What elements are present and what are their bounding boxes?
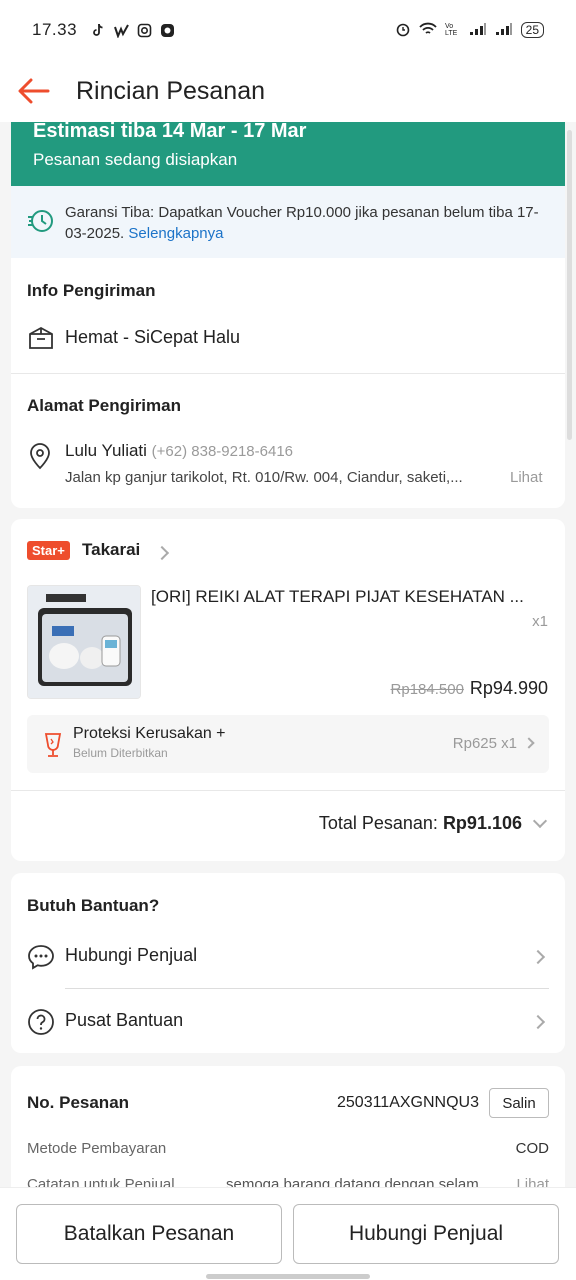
- chevron-right-icon: [523, 737, 535, 749]
- glass-icon: [43, 732, 63, 763]
- product-qty: x1: [532, 613, 548, 630]
- scrollbar[interactable]: [567, 130, 572, 440]
- svg-text:LTE: LTE: [445, 30, 458, 36]
- order-total[interactable]: Total Pesanan: Rp91.106: [319, 813, 522, 834]
- signal-icon-1: [469, 22, 487, 39]
- arrow-left-icon: [18, 78, 50, 104]
- system-icons: Vo LTE 25: [395, 21, 544, 40]
- seller-note-value: semoga barang datang dengan selam...: [226, 1176, 492, 1187]
- volte-icon: Vo LTE: [445, 22, 461, 39]
- divider: [11, 373, 565, 374]
- discount-price: Rp94.990: [469, 678, 548, 698]
- chevron-right-icon: [530, 949, 546, 965]
- protection-subtitle: Belum Diterbitkan: [73, 746, 168, 760]
- seller-note-more[interactable]: Lihat: [516, 1176, 549, 1187]
- protection-title: Proteksi Kerusakan +: [73, 725, 226, 742]
- divider: [11, 790, 565, 791]
- help-title: Butuh Bantuan?: [27, 896, 160, 915]
- order-total-label: Total Pesanan:: [318, 813, 438, 833]
- order-number: 250311AXGNNQU3: [337, 1094, 479, 1111]
- alarm-icon: [395, 21, 411, 40]
- status-time: 17.33: [32, 20, 78, 39]
- seller-note-label: Catatan untuk Penjual: [27, 1176, 175, 1187]
- original-price: Rp184.500: [390, 681, 464, 698]
- shipping-info-title: Info Pengiriman: [27, 281, 156, 300]
- order-total-value: Rp91.106: [442, 813, 522, 833]
- back-button[interactable]: [16, 73, 52, 109]
- battery-icon: 25: [520, 22, 544, 38]
- help-card: Butuh Bantuan? Hubungi Penjual Pusat Ban…: [11, 873, 565, 1053]
- order-number-label: No. Pesanan: [27, 1093, 130, 1112]
- protection-price: Rp625 x1: [452, 735, 517, 752]
- box-icon: [27, 326, 55, 357]
- order-info-card: No. Pesanan 250311AXGNNQU3 Salin Metode …: [11, 1066, 565, 1187]
- status-bar: 17.33 Vo LTE 25: [0, 0, 576, 60]
- eta-title: Estimasi tiba 14 Mar - 17 Mar: [33, 122, 307, 142]
- signal-icon-2: [495, 22, 513, 39]
- chevron-down-icon[interactable]: [532, 813, 548, 829]
- guarantee-text: Garansi Tiba: Dapatkan Voucher Rp10.000 …: [65, 202, 545, 244]
- divider: [65, 988, 549, 989]
- shop-card: Star+ Takarai [ORI] REIKI ALAT TERAPI PI…: [11, 519, 565, 861]
- recipient-line: Lulu Yuliati (+62) 838-9218-6416: [65, 441, 293, 461]
- home-indicator[interactable]: [206, 1274, 370, 1279]
- bottom-action-bar: Batalkan Pesanan Hubungi Penjual: [0, 1187, 576, 1280]
- page-title: Rincian Pesanan: [76, 76, 266, 105]
- location-pin-icon: [27, 442, 53, 475]
- wifi-icon: [418, 22, 437, 39]
- notification-icons: [91, 23, 175, 39]
- app-bar: Rincian Pesanan: [0, 60, 576, 122]
- instagram-icon: [137, 23, 152, 38]
- shop-name[interactable]: Takarai: [82, 540, 140, 560]
- contact-seller-button[interactable]: Hubungi Penjual: [293, 1204, 559, 1264]
- help-center-label: Pusat Bantuan: [65, 1010, 184, 1030]
- order-detail-scroll[interactable]: Estimasi tiba 14 Mar - 17 Mar Pesanan se…: [0, 122, 576, 1187]
- vimeo-icon: [114, 23, 129, 39]
- address-see-more[interactable]: Lihat: [510, 469, 543, 486]
- clock-truck-icon: [27, 208, 55, 239]
- eta-banner: Estimasi tiba 14 Mar - 17 Mar Pesanan se…: [11, 122, 565, 186]
- cancel-order-button[interactable]: Batalkan Pesanan: [16, 1204, 282, 1264]
- courier-name: Hemat - SiCepat Halu: [65, 327, 241, 347]
- copy-button[interactable]: Salin: [489, 1088, 549, 1118]
- shipping-card: Info Pengiriman Hemat - SiCepat Halu Ala…: [11, 258, 565, 508]
- question-circle-icon: [27, 1008, 55, 1041]
- star-plus-badge: Star+: [27, 541, 70, 560]
- chevron-right-icon: [530, 1014, 546, 1030]
- chat-app-icon: [160, 23, 175, 38]
- chat-bubble-icon: [27, 943, 55, 976]
- product-title[interactable]: [ORI] REIKI ALAT TERAPI PIJAT KESEHATAN …: [151, 587, 551, 607]
- product-image[interactable]: [27, 585, 141, 699]
- tiktok-icon: [91, 23, 106, 38]
- contact-seller-row[interactable]: Hubungi Penjual: [11, 933, 565, 985]
- help-center-row[interactable]: Pusat Bantuan: [11, 997, 565, 1049]
- guarantee-more-link[interactable]: Selengkapnya: [128, 225, 223, 242]
- payment-method-label: Metode Pembayaran: [27, 1140, 167, 1157]
- recipient-name: Lulu Yuliati: [65, 441, 147, 460]
- address-street: Jalan kp ganjur tarikolot, Rt. 010/Rw. 0…: [65, 469, 463, 486]
- chevron-right-icon: [154, 545, 170, 561]
- payment-method-value: COD: [515, 1140, 549, 1157]
- recipient-phone: (+62) 838-9218-6416: [151, 443, 294, 460]
- contact-seller-label: Hubungi Penjual: [65, 945, 198, 965]
- guarantee-banner[interactable]: Garansi Tiba: Dapatkan Voucher Rp10.000 …: [11, 186, 565, 258]
- eta-subtitle: Pesanan sedang disiapkan: [33, 150, 238, 169]
- svg-text:Vo: Vo: [445, 23, 453, 30]
- address-title: Alamat Pengiriman: [27, 396, 181, 415]
- protection-row[interactable]: Proteksi Kerusakan + Belum Diterbitkan R…: [27, 715, 549, 773]
- product-price-row: Rp184.500 Rp94.990: [391, 678, 548, 699]
